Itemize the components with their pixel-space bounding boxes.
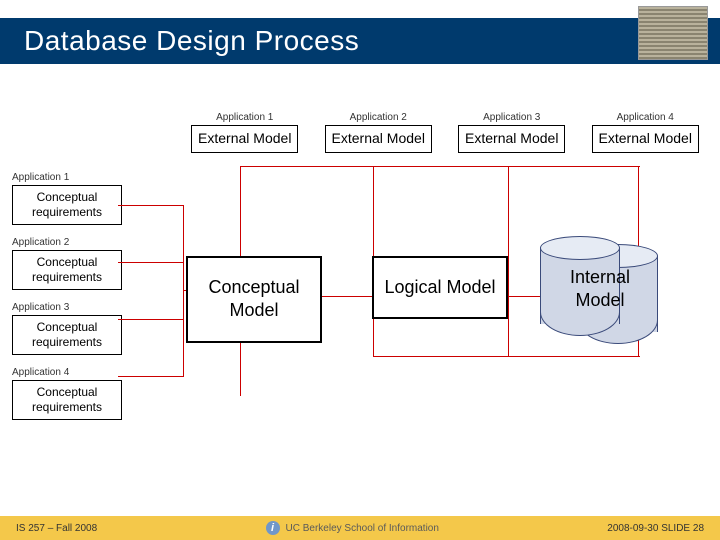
footer-org: UC Berkeley School of Information bbox=[286, 523, 439, 534]
page-title: Database Design Process bbox=[24, 25, 359, 57]
footer-left: IS 257 – Fall 2008 bbox=[16, 523, 97, 534]
app-label: Application 4 bbox=[12, 367, 122, 378]
requirement-box: Conceptual requirements bbox=[12, 185, 122, 225]
app-label: Application 1 bbox=[12, 172, 122, 183]
app-label: Application 3 bbox=[12, 302, 122, 313]
external-model-cell: Application 3 External Model bbox=[449, 112, 575, 153]
requirement-block: Application 4 Conceptual requirements bbox=[12, 367, 122, 420]
footer: IS 257 – Fall 2008 i UC Berkeley School … bbox=[0, 516, 720, 540]
logical-model-box: Logical Model bbox=[372, 256, 508, 319]
info-icon: i bbox=[266, 521, 280, 535]
requirements-column: Application 1 Conceptual requirements Ap… bbox=[12, 172, 122, 432]
requirement-block: Application 2 Conceptual requirements bbox=[12, 237, 122, 290]
connector-line bbox=[508, 296, 544, 297]
requirement-block: Application 1 Conceptual requirements bbox=[12, 172, 122, 225]
connector-line bbox=[240, 166, 640, 167]
app-label: Application 2 bbox=[316, 112, 442, 123]
requirement-block: Application 3 Conceptual requirements bbox=[12, 302, 122, 355]
external-model-row: Application 1 External Model Application… bbox=[182, 112, 708, 153]
external-model-box: External Model bbox=[458, 125, 565, 153]
connector-line bbox=[118, 262, 184, 263]
decorative-photo bbox=[638, 6, 708, 60]
requirement-box: Conceptual requirements bbox=[12, 380, 122, 420]
connector-line bbox=[322, 296, 372, 297]
external-model-box: External Model bbox=[191, 125, 298, 153]
conceptual-model-box: Conceptual Model bbox=[186, 256, 322, 343]
external-model-box: External Model bbox=[325, 125, 432, 153]
requirement-box: Conceptual requirements bbox=[12, 315, 122, 355]
app-label: Application 3 bbox=[449, 112, 575, 123]
internal-model-label: Internal Model bbox=[550, 266, 650, 313]
connector-line bbox=[118, 319, 184, 320]
footer-right: 2008-09-30 SLIDE 28 bbox=[607, 523, 704, 534]
external-model-cell: Application 2 External Model bbox=[316, 112, 442, 153]
connector-line bbox=[118, 205, 184, 206]
app-label: Application 1 bbox=[182, 112, 308, 123]
requirement-box: Conceptual requirements bbox=[12, 250, 122, 290]
title-bar: Database Design Process bbox=[0, 18, 720, 64]
external-model-cell: Application 1 External Model bbox=[182, 112, 308, 153]
app-label: Application 4 bbox=[583, 112, 709, 123]
connector-line bbox=[373, 356, 640, 357]
connector-line bbox=[118, 376, 184, 377]
external-model-cell: Application 4 External Model bbox=[583, 112, 709, 153]
external-model-box: External Model bbox=[592, 125, 699, 153]
connector-line bbox=[508, 166, 509, 356]
app-label: Application 2 bbox=[12, 237, 122, 248]
footer-mid: i UC Berkeley School of Information bbox=[266, 521, 439, 535]
internal-model: Internal Model bbox=[540, 236, 690, 356]
